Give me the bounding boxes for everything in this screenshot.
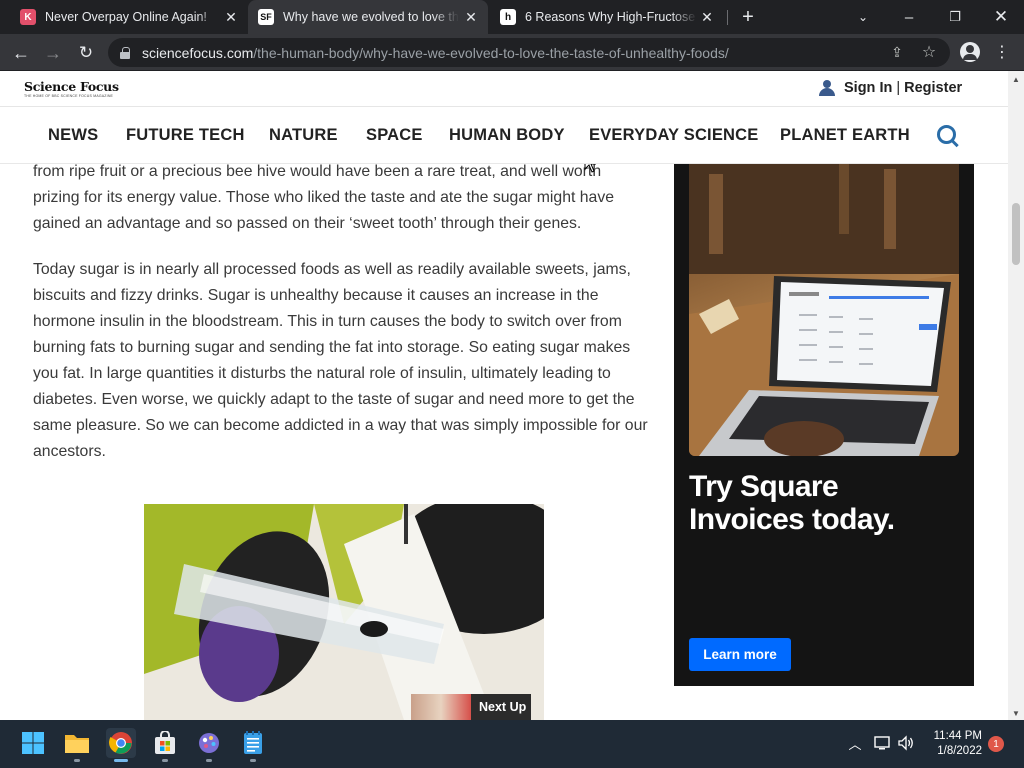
profile-avatar-icon[interactable] (960, 42, 980, 62)
lock-icon[interactable] (120, 46, 130, 59)
sign-in-link[interactable]: Sign In (844, 80, 892, 96)
nav-space[interactable]: SPACE (366, 126, 423, 145)
restore-icon[interactable]: ❐ (932, 0, 978, 34)
logo-name: Science Focus (24, 79, 119, 94)
back-arrow-icon[interactable]: ← (8, 40, 34, 66)
folder-icon (65, 735, 89, 753)
next-up-label: Next Up (479, 700, 527, 714)
next-up-widget[interactable]: Next Up (411, 694, 531, 720)
scroll-down-arrow-icon[interactable]: ▼ (1012, 709, 1020, 718)
share-icon[interactable]: ⇪ (888, 43, 906, 61)
ad-laptop-photo (689, 164, 959, 456)
nav-news[interactable]: NEWS (48, 126, 98, 145)
site-header: Science Focus THE HOME OF BBC SCIENCE FO… (0, 71, 1008, 107)
tab-favicon: SF (258, 9, 274, 25)
reload-icon[interactable]: ↻ (73, 40, 99, 66)
chrome-taskbar-icon[interactable] (106, 728, 136, 762)
close-window-icon[interactable]: ✕ (978, 0, 1024, 34)
tab-hfcs[interactable]: h 6 Reasons Why High-Fructose Corn Syrup… (488, 0, 724, 34)
close-tab-icon[interactable]: ✕ (699, 9, 715, 25)
article-body: from ripe fruit or a precious bee hive w… (33, 159, 648, 485)
windows-taskbar: ︿ 11:44 PM 1/8/2022 1 (0, 720, 1024, 768)
active-indicator (114, 759, 128, 762)
site-navigation: NEWS FUTURE TECH NATURE SPACE HUMAN BODY… (0, 107, 1008, 164)
microsoft-store-icon[interactable] (150, 728, 180, 762)
paint-palette-icon (199, 733, 219, 753)
ad-headline: Try Square Invoices today. (689, 470, 895, 536)
page-scrollbar[interactable]: ▲ ▼ (1008, 71, 1024, 720)
nav-planet-earth[interactable]: PLANET EARTH (780, 126, 910, 145)
clock-date: 1/8/2022 (937, 745, 982, 757)
tab-title: Why have we evolved to love the taste of… (283, 10, 459, 24)
user-icon (818, 80, 836, 96)
bookmark-star-icon[interactable]: ☆ (920, 43, 938, 61)
more-menu-icon[interactable]: ⋮ (992, 42, 1012, 62)
system-clock[interactable]: 11:44 PM 1/8/2022 (928, 729, 982, 759)
volume-icon[interactable] (897, 734, 915, 752)
article-paragraph: Today sugar is in nearly all processed f… (33, 261, 648, 460)
article-paragraph: from ripe fruit or a precious bee hive w… (33, 163, 615, 232)
visual-studio-icon[interactable] (194, 728, 224, 762)
url-path: /the-human-body/why-have-we-evolved-to-l… (253, 44, 729, 61)
minimize-icon[interactable]: – (886, 0, 932, 34)
next-up-thumbnail (411, 694, 471, 720)
tab-title: Never Overpay Online Again! (45, 10, 207, 24)
clock-time: 11:44 PM (933, 730, 982, 742)
chrome-logo-icon (109, 732, 132, 754)
notification-badge[interactable]: 1 (988, 736, 1004, 752)
url-text[interactable]: sciencefocus.com/the-human-body/why-have… (142, 45, 729, 61)
close-tab-icon[interactable]: ✕ (463, 9, 479, 25)
page-viewport: Science Focus THE HOME OF BBC SCIENCE FO… (0, 71, 1008, 720)
logo-tagline: THE HOME OF BBC SCIENCE FOCUS MAGAZINE (24, 94, 114, 98)
article-image (144, 504, 544, 720)
search-icon[interactable] (937, 125, 959, 147)
tab-favicon: h (500, 9, 516, 25)
notepad-page-icon (244, 731, 262, 754)
browser-toolbar: ← → ↻ sciencefocus.com/the-human-body/wh… (0, 34, 1024, 71)
tab-title: 6 Reasons Why High-Fructose Corn Syrup I… (525, 10, 697, 24)
nav-nature[interactable]: NATURE (269, 126, 338, 145)
windows-logo-icon (22, 732, 44, 754)
register-link[interactable]: Register (904, 80, 962, 96)
address-bar[interactable]: sciencefocus.com/the-human-body/why-have… (108, 38, 950, 67)
site-logo[interactable]: Science Focus THE HOME OF BBC SCIENCE FO… (24, 79, 119, 98)
tab-never-overpay[interactable]: K Never Overpay Online Again! ✕ (8, 0, 248, 34)
laptop-illustration (689, 164, 959, 456)
speaker-icon (898, 735, 913, 751)
learn-more-button[interactable]: Learn more (689, 638, 791, 671)
plus-icon[interactable]: + (737, 6, 759, 28)
square-advertisement[interactable]: Try Square Invoices today. Learn more (674, 164, 974, 686)
store-bag-icon (155, 731, 175, 754)
tab-strip: K Never Overpay Online Again! ✕ SF Why h… (0, 0, 1024, 34)
scrollbar-thumb[interactable] (1012, 203, 1020, 265)
notepad-icon[interactable] (238, 728, 268, 762)
nav-everyday-science[interactable]: EVERYDAY SCIENCE (589, 126, 758, 145)
tab-sciencefocus[interactable]: SF Why have we evolved to love the taste… (248, 0, 488, 34)
running-indicator (250, 759, 256, 762)
url-host: sciencefocus.com (142, 44, 254, 61)
chevron-down-icon[interactable]: ⌄ (840, 0, 886, 34)
nav-future-tech[interactable]: FUTURE TECH (126, 126, 245, 145)
network-icon[interactable] (873, 734, 891, 752)
windows-start-icon[interactable] (18, 728, 48, 758)
file-explorer-icon[interactable] (62, 728, 92, 762)
forward-arrow-icon[interactable]: → (40, 40, 66, 66)
nav-human-body[interactable]: HUMAN BODY (449, 126, 565, 145)
bee-tube-photo (144, 504, 544, 720)
tab-divider (727, 10, 728, 25)
running-indicator (162, 759, 168, 762)
monitor-network-icon (874, 736, 890, 750)
tab-favicon: K (20, 9, 36, 25)
scroll-up-arrow-icon[interactable]: ▲ (1012, 75, 1020, 84)
account-links: Sign In | Register (818, 80, 962, 96)
running-indicator (206, 759, 212, 762)
running-indicator (74, 759, 80, 762)
chevron-up-icon[interactable]: ︿ (846, 734, 864, 752)
account-separator: | (896, 80, 901, 96)
close-tab-icon[interactable]: ✕ (223, 9, 239, 25)
